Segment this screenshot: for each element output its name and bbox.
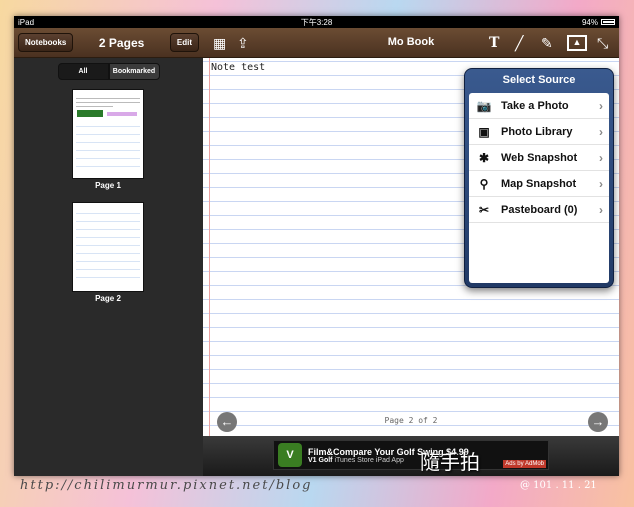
next-page-icon[interactable]: → [588, 412, 608, 432]
thumbnail-sketch [77, 110, 103, 117]
battery-icon [601, 19, 615, 25]
chevron-right-icon: › [599, 202, 603, 217]
thumbnail-highlight [107, 112, 137, 116]
chevron-right-icon: › [599, 98, 603, 113]
select-source-popover: Select Source 📷 Take a Photo › ▣ Photo L… [464, 68, 614, 288]
edit-button[interactable]: Edit [169, 33, 199, 52]
ad-subtitle: iTunes Store iPad App [334, 456, 404, 464]
page-thumbnail-1[interactable] [72, 89, 144, 179]
ipad-screen: iPad 下午3:28 94% Notebooks 2 Pages Edit A… [14, 16, 619, 476]
source-photo-library[interactable]: ▣ Photo Library › [469, 119, 609, 145]
editor-toolbar: ▦ ⇪ Mo Book T ╱ ✎ ▲ ⤡ [203, 28, 619, 58]
photo-library-icon: ▣ [478, 124, 490, 139]
page-sidebar: Notebooks 2 Pages Edit All Bookmarked Pa… [14, 28, 203, 476]
web-snapshot-icon: ✱ [478, 150, 490, 165]
ad-tag: Ads by AdMob [503, 460, 546, 468]
source-label: Take a Photo [501, 99, 569, 112]
note-text[interactable]: Note test [211, 62, 266, 73]
filter-segmented-control: All Bookmarked [14, 63, 203, 80]
watermark-date: @ 101 . 11 . 21 [520, 480, 597, 491]
popover-title: Select Source [502, 74, 576, 86]
source-label: Photo Library [501, 125, 573, 138]
page-caption-2: Page 2 [95, 294, 121, 303]
ad-banner[interactable]: V Film&Compare Your Golf Swing $4.99 V1 … [273, 440, 549, 470]
page-caption-1: Page 1 [95, 181, 121, 190]
sidebar-toolbar: Notebooks 2 Pages Edit [14, 28, 203, 58]
page-margin-line [209, 58, 210, 436]
ad-app-name: V1 Golf [308, 456, 333, 464]
page-thumbnail-2[interactable] [72, 202, 144, 292]
notebook-title: Mo Book [387, 36, 435, 48]
source-label: Pasteboard (0) [501, 203, 578, 216]
chevron-right-icon: › [599, 176, 603, 191]
status-bar: iPad 下午3:28 94% [14, 16, 619, 28]
handwritten-signature: 隨手拍 [420, 450, 480, 474]
map-pin-icon: ⚲ [479, 176, 489, 191]
source-map-snapshot[interactable]: ⚲ Map Snapshot › [469, 171, 609, 197]
fullscreen-icon[interactable]: ⤡ [597, 34, 608, 52]
blog-watermark: http://chilimurmur.pixnet.net/blog [20, 478, 313, 493]
ad-bar: V Film&Compare Your Golf Swing $4.99 V1 … [203, 436, 619, 476]
filter-all[interactable]: All [57, 63, 109, 80]
clock: 下午3:28 [300, 17, 333, 27]
v1-golf-logo-icon: V [278, 443, 302, 467]
source-label: Map Snapshot [501, 177, 577, 190]
source-pasteboard[interactable]: ✂ Pasteboard (0) › [469, 197, 609, 223]
notebooks-button[interactable]: Notebooks [18, 33, 74, 52]
camera-icon: 📷 [476, 98, 492, 113]
highlighter-tool-icon[interactable]: ✎ [541, 34, 553, 52]
filter-bookmarked[interactable]: Bookmarked [108, 63, 160, 80]
source-list: 📷 Take a Photo › ▣ Photo Library › ✱ Web… [469, 93, 609, 283]
image-tool-icon[interactable]: ▲ [567, 35, 587, 51]
chevron-right-icon: › [599, 150, 603, 165]
source-label: Web Snapshot [501, 151, 578, 164]
text-tool-icon[interactable]: T [489, 34, 499, 52]
scissors-icon: ✂ [478, 202, 490, 217]
sidebar-title: 2 Pages [98, 35, 145, 50]
source-take-photo[interactable]: 📷 Take a Photo › [469, 93, 609, 119]
chevron-right-icon: › [599, 124, 603, 139]
page-indicator: Page 2 of 2 [384, 416, 438, 425]
pen-tool-icon[interactable]: ╱ [515, 34, 523, 52]
source-web-snapshot[interactable]: ✱ Web Snapshot › [469, 145, 609, 171]
